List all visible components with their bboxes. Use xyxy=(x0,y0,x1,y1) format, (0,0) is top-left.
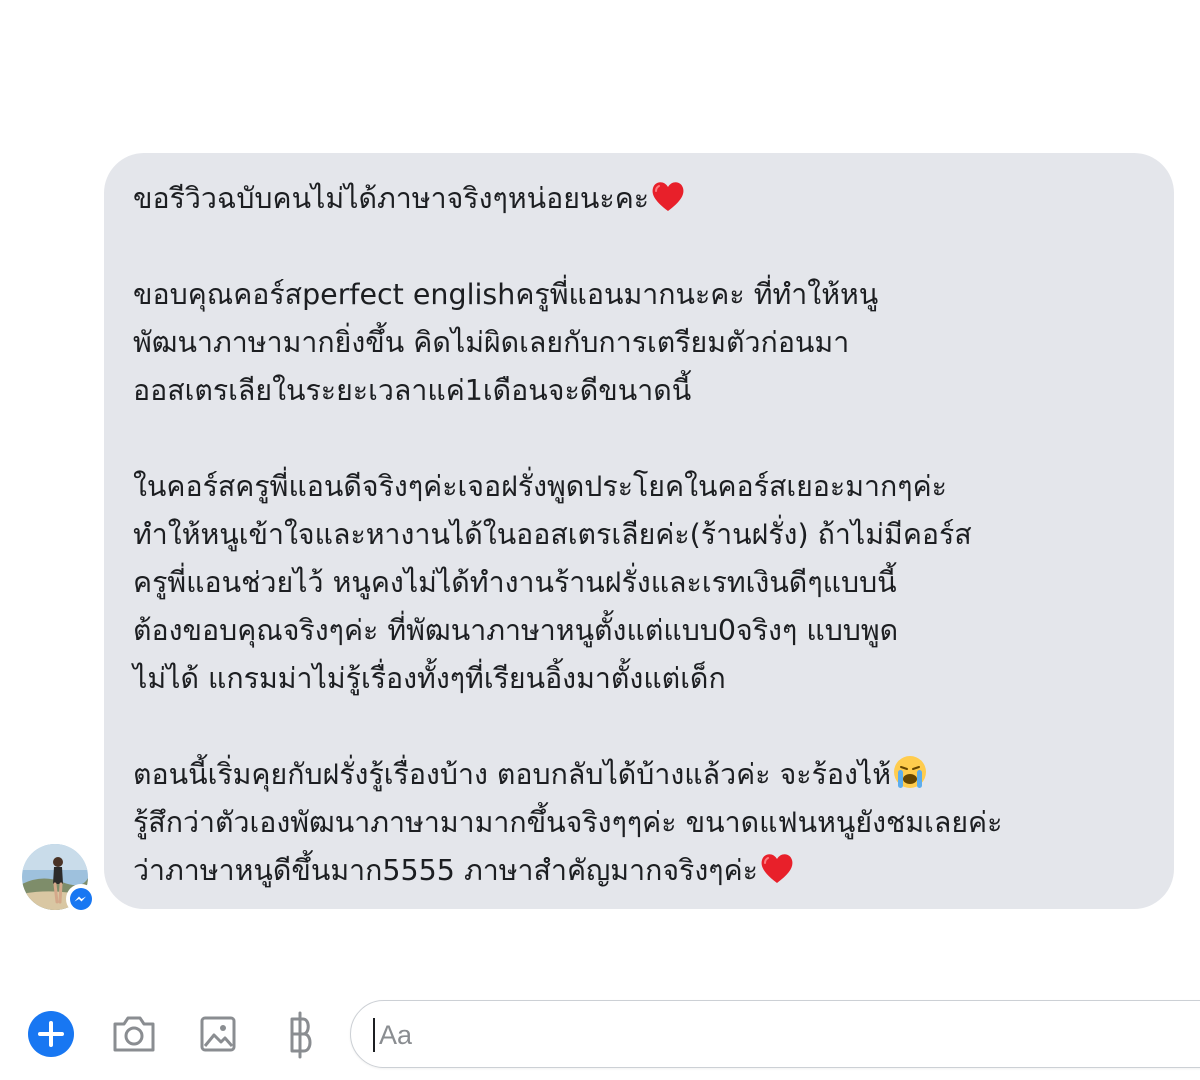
message-text: ว่าภาษาหนูดีขึ้นมาก5555 ภาษาสำคัญมากจริง… xyxy=(133,854,758,887)
message-line: ว่าภาษาหนูดีขึ้นมาก5555 ภาษาสำคัญมากจริง… xyxy=(133,847,1154,895)
messenger-badge-icon xyxy=(66,884,96,914)
message-bubble: ขอรีวิวฉบับคนไม่ได้ภาษาจริงๆหน่อยนะคะ ขอ… xyxy=(104,153,1174,909)
payment-button[interactable] xyxy=(282,1010,318,1060)
message-text: ตอนนี้เริ่มคุยกับฝรั่งรู้เรื่องบ้าง ตอบก… xyxy=(133,758,892,791)
message-line: ต้องขอบคุณจริงๆค่ะ ที่พัฒนาภาษาหนูตั้งแต… xyxy=(133,614,899,647)
message-text: ขอรีวิวฉบับคนไม่ได้ภาษาจริงๆหน่อยนะคะ xyxy=(133,182,650,215)
message-line: ตอนนี้เริ่มคุยกับฝรั่งรู้เรื่องบ้าง ตอบก… xyxy=(133,751,1154,799)
text-caret xyxy=(373,1018,375,1052)
baht-icon xyxy=(290,1011,312,1059)
image-icon xyxy=(200,1016,236,1052)
red-heart-emoji-icon xyxy=(652,182,684,211)
message-line: ขอรีวิวฉบับคนไม่ได้ภาษาจริงๆหน่อยนะคะ xyxy=(133,175,1154,223)
red-heart-emoji-icon xyxy=(761,854,793,883)
message-line: พัฒนาภาษามากยิ่งขึ้น คิดไม่ผิดเลยกับการเ… xyxy=(133,326,850,359)
message-line: ออสเตรเลียในระยะเวลาแค่1เดือนจะดีขนาดนี้ xyxy=(133,374,692,407)
message-line: ทำให้หนูเข้าใจและหางานได้ในออสเตรเลียค่ะ… xyxy=(133,518,972,551)
add-button[interactable] xyxy=(28,1011,74,1057)
message-line: ครูพี่แอนช่วยไว้ หนูคงไม่ได้ทำงานร้านฝรั… xyxy=(133,566,897,599)
message-line: รู้สึกว่าตัวเองพัฒนาภาษามามากขึ้นจริงๆๆค… xyxy=(133,806,1003,839)
message-line: ในคอร์สครูพี่แอนดีจริงๆค่ะเจอฝรั่งพูดประ… xyxy=(133,470,947,503)
message-input-placeholder: Aa xyxy=(379,1020,413,1050)
image-button[interactable] xyxy=(197,1012,239,1056)
camera-button[interactable] xyxy=(110,1012,158,1056)
message-line: ขอบคุณคอร์สperfect englishครูพี่แอนมากนะ… xyxy=(133,278,879,311)
messenger-icon xyxy=(70,888,92,910)
loudly-crying-face-emoji-icon xyxy=(894,756,927,788)
message-input[interactable]: Aa xyxy=(350,1000,1200,1068)
camera-icon xyxy=(113,1016,155,1052)
add-icon xyxy=(28,1011,74,1057)
message-line: ไม่ได้ แกรมม่าไม่รู้เรื่องทั้งๆที่เรียนอ… xyxy=(133,662,726,695)
